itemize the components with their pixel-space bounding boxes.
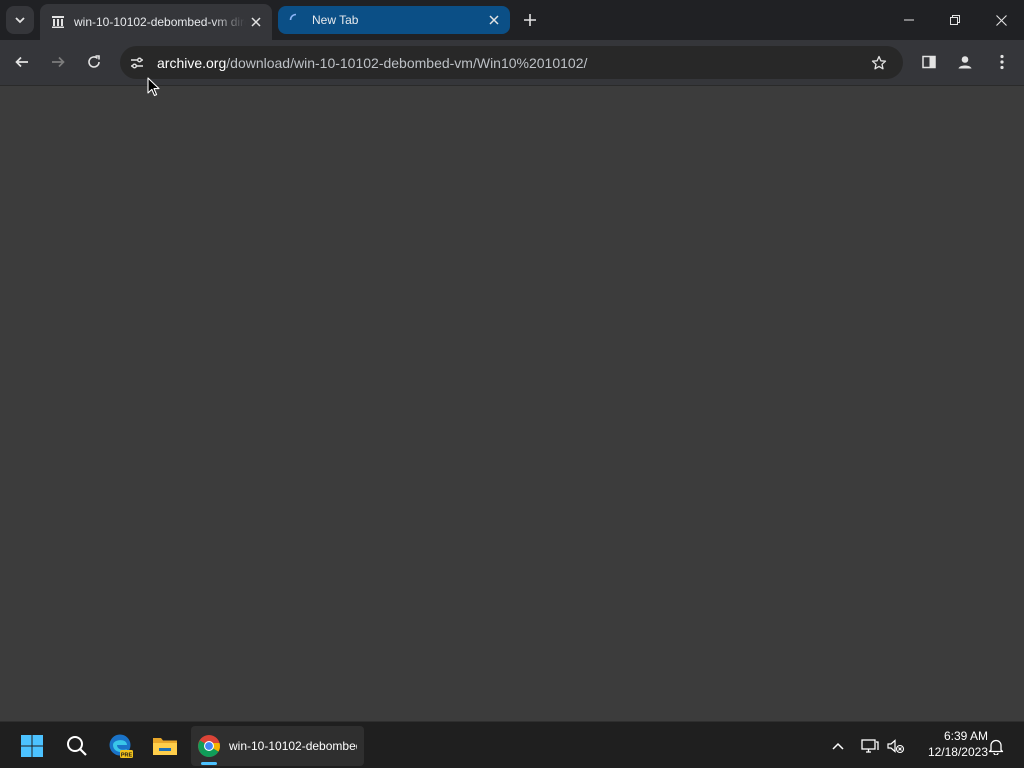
restore-button[interactable] — [932, 0, 978, 40]
side-panel-icon — [922, 55, 936, 69]
address-bar[interactable]: archive.org/download/win-10-10102-debomb… — [120, 46, 903, 79]
url-text[interactable]: archive.org/download/win-10-10102-debomb… — [157, 55, 587, 71]
restore-icon — [950, 15, 960, 25]
volume-button[interactable] — [882, 726, 910, 766]
taskbar-search-button[interactable] — [57, 726, 97, 766]
loading-spinner-icon — [288, 12, 304, 28]
chrome-icon — [198, 735, 220, 757]
search-icon — [67, 736, 87, 756]
clock-date: 12/18/2023 — [927, 745, 988, 759]
edge-pre-icon: PRE — [109, 734, 133, 758]
volume-muted-icon — [887, 739, 905, 754]
notifications-button[interactable] — [982, 726, 1010, 766]
chevron-up-icon — [832, 742, 844, 750]
profile-icon — [958, 56, 972, 69]
tab-new-tab[interactable]: New Tab — [278, 6, 510, 34]
chrome-taskbar-button[interactable]: win-10-10102-debombed-vm — [191, 726, 364, 766]
tune-icon — [131, 57, 143, 68]
new-tab-button[interactable] — [519, 9, 541, 31]
forward-arrow-icon — [52, 56, 65, 68]
back-button[interactable] — [7, 47, 37, 77]
forward-button[interactable] — [43, 47, 73, 77]
url-path: /download/win-10-10102-debombed-vm/Win10… — [226, 54, 588, 71]
chevron-down-icon — [15, 17, 25, 24]
minimize-icon — [904, 19, 914, 21]
menu-button[interactable] — [987, 47, 1017, 77]
tab-strip: win-10-10102-debombed-vm directory listi… — [0, 0, 1024, 40]
star-icon — [871, 55, 887, 70]
side-panel-button[interactable] — [914, 47, 944, 77]
tab-title: win-10-10102-debombed-vm directory listi… — [74, 15, 246, 29]
show-hidden-icons-button[interactable] — [824, 726, 852, 766]
tab-search-button[interactable] — [6, 6, 34, 34]
tab-archive-listing[interactable]: win-10-10102-debombed-vm directory listi… — [40, 4, 272, 40]
windows-start-icon — [21, 735, 43, 757]
close-icon — [995, 14, 1007, 26]
chrome-window-label: win-10-10102-debombed-vm — [229, 739, 357, 753]
back-arrow-icon — [15, 56, 28, 68]
archive-org-icon — [50, 14, 66, 30]
site-info-button[interactable] — [122, 48, 152, 78]
close-tab-icon[interactable] — [246, 12, 266, 32]
reload-icon — [88, 55, 100, 68]
minimize-button[interactable] — [886, 0, 932, 40]
network-button[interactable] — [856, 726, 884, 766]
taskbar: PRE win-10-10102-debombed-vm 6:39 AM 12/… — [0, 721, 1024, 768]
edge-button[interactable]: PRE — [101, 726, 141, 766]
close-tab-icon[interactable] — [484, 10, 504, 30]
network-icon — [861, 739, 879, 753]
folder-icon — [153, 738, 177, 755]
page-content[interactable] — [0, 86, 1024, 721]
svg-text:PRE: PRE — [121, 752, 133, 758]
url-host: archive.org — [157, 54, 227, 71]
clock[interactable]: 6:39 AM 12/18/2023 — [912, 728, 988, 760]
start-button[interactable] — [12, 726, 52, 766]
bookmark-button[interactable] — [867, 51, 891, 75]
plus-icon — [524, 14, 536, 26]
profile-button[interactable] — [950, 47, 980, 77]
reload-button[interactable] — [79, 47, 109, 77]
bell-icon — [988, 739, 1004, 755]
mouse-cursor-icon — [147, 77, 160, 97]
kebab-menu-icon — [1000, 54, 1004, 70]
clock-time: 6:39 AM — [943, 729, 988, 743]
close-window-button[interactable] — [978, 0, 1024, 40]
tab-title: New Tab — [312, 13, 359, 27]
file-explorer-button[interactable] — [145, 726, 185, 766]
running-indicator — [201, 762, 217, 765]
